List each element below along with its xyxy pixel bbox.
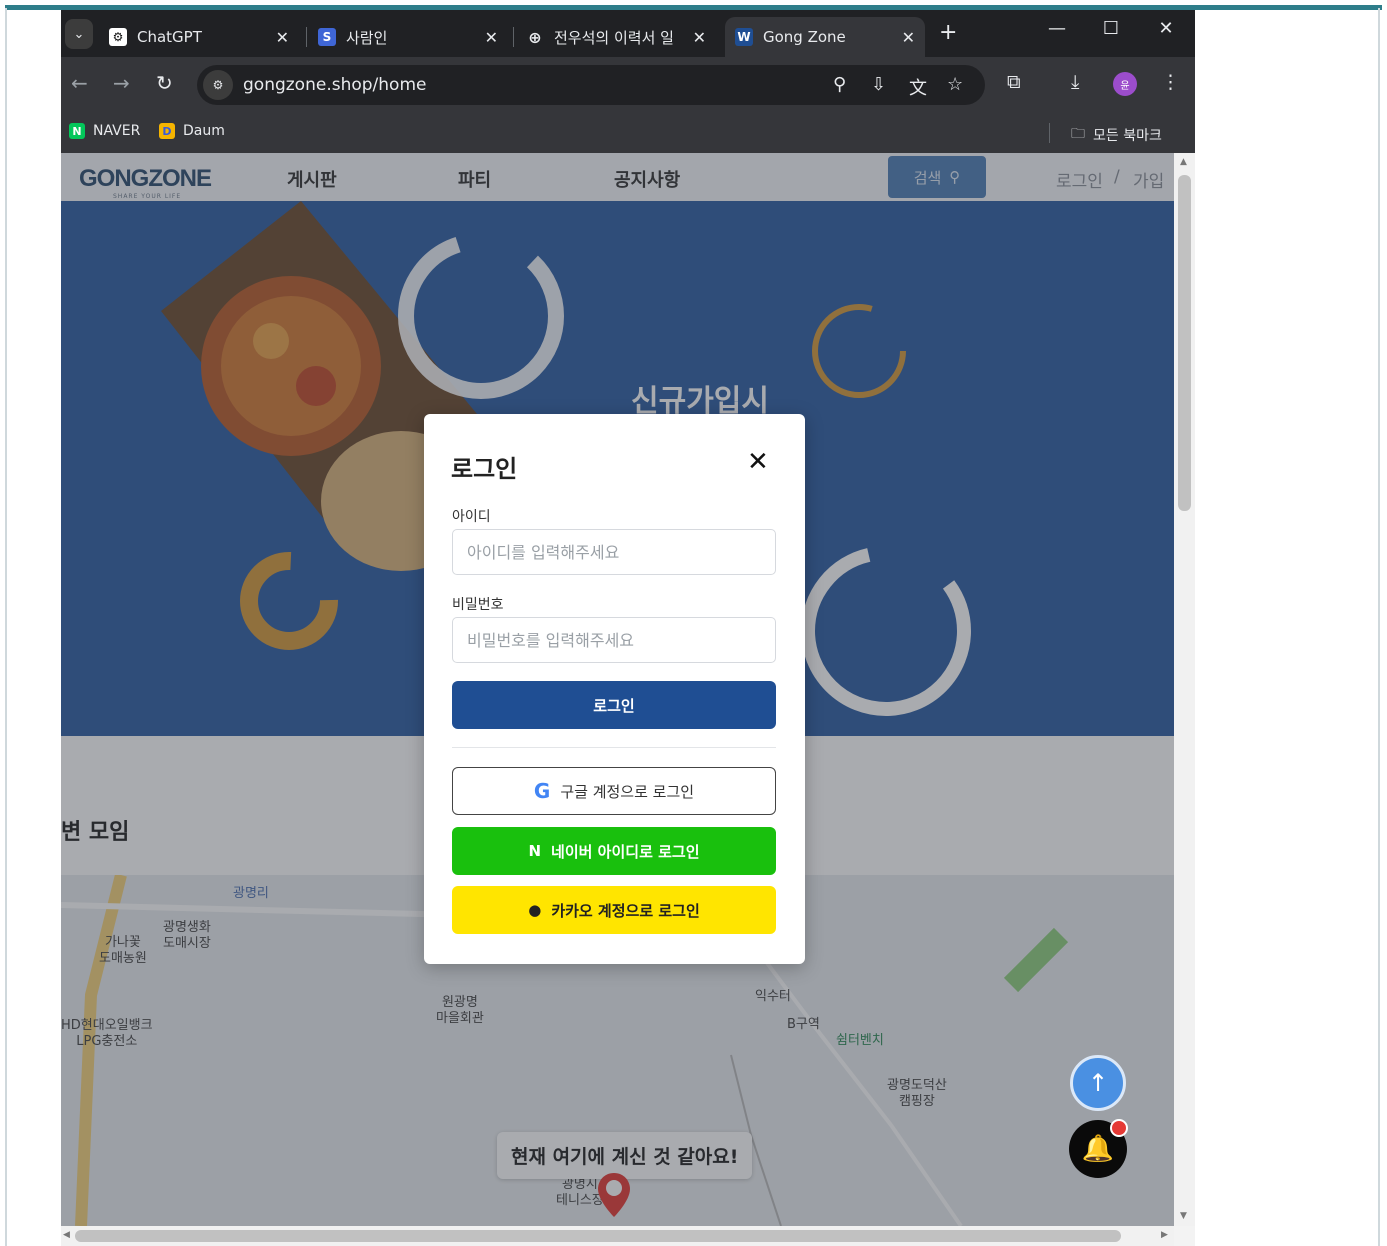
- back-icon[interactable]: ←: [71, 71, 88, 95]
- tab-title: Gong Zone: [763, 28, 846, 46]
- extensions-icon[interactable]: ⧉: [1007, 71, 1021, 93]
- naver-icon: N: [528, 842, 542, 860]
- login-modal: 로그인 ✕ 아이디 비밀번호 로그인 G 구글 계정으로 로그인 N 네이버 아…: [424, 414, 805, 964]
- tab-close-icon[interactable]: ✕: [485, 28, 498, 47]
- screenshot-frame: ⌄ ⚙ ChatGPT ✕ S 사람인 ✕ ⊕ 전우석의 이력서 일 ✕ W G…: [0, 0, 1387, 1246]
- bookmark-separator: [1049, 123, 1050, 143]
- globe-icon: ⊕: [528, 27, 542, 47]
- tab-close-icon[interactable]: ✕: [276, 28, 289, 47]
- browser-window: ⌄ ⚙ ChatGPT ✕ S 사람인 ✕ ⊕ 전우석의 이력서 일 ✕ W G…: [61, 10, 1195, 1246]
- tab-close-icon[interactable]: ✕: [693, 28, 706, 47]
- kakao-login-label: 카카오 계정으로 로그인: [551, 901, 700, 920]
- kakao-login-button[interactable]: ● 카카오 계정으로 로그인: [452, 886, 776, 934]
- chatgpt-icon: ⚙: [109, 28, 127, 46]
- tab-separator: [306, 27, 307, 47]
- translate-icon[interactable]: 文: [909, 74, 927, 100]
- tab-close-icon[interactable]: ✕: [902, 28, 915, 47]
- tab-title: 전우석의 이력서 일: [554, 28, 674, 47]
- folder-icon: 🗀: [1071, 126, 1085, 142]
- download-icon[interactable]: ⤓: [1071, 71, 1079, 93]
- google-login-label: 구글 계정으로 로그인: [560, 782, 695, 801]
- tab-title: ChatGPT: [137, 28, 202, 46]
- profile-avatar[interactable]: 윤: [1113, 72, 1137, 96]
- login-button-label: 로그인: [593, 696, 635, 715]
- scroll-down-arrow-icon[interactable]: ▼: [1180, 1211, 1187, 1221]
- close-icon[interactable]: ✕: [747, 447, 769, 477]
- maximize-icon[interactable]: ☐: [1091, 18, 1131, 39]
- bookmark-label: Daum: [183, 123, 225, 139]
- arrow-up-icon: ↑: [1087, 1069, 1109, 1097]
- scroll-to-top-button[interactable]: ↑: [1070, 1055, 1126, 1111]
- saramin-icon: S: [318, 28, 336, 46]
- forward-icon[interactable]: →: [113, 71, 130, 95]
- bookmark-naver[interactable]: N NAVER: [69, 123, 140, 139]
- minimize-icon[interactable]: —: [1037, 18, 1077, 39]
- frame-left-border: [5, 8, 7, 1246]
- tab-separator: [513, 27, 514, 47]
- all-bookmarks-label: 모든 북마크: [1093, 128, 1162, 144]
- gongzone-icon: W: [735, 28, 753, 46]
- scroll-left-arrow-icon[interactable]: ◀: [63, 1230, 70, 1240]
- daum-icon: D: [159, 123, 175, 139]
- google-icon: G: [533, 779, 551, 803]
- scroll-up-arrow-icon[interactable]: ▲: [1180, 157, 1187, 167]
- modal-divider: [452, 747, 776, 748]
- bookmarks-bar: N NAVER D Daum 🗀 모든 북마크: [61, 113, 1195, 153]
- all-bookmarks[interactable]: 🗀 모든 북마크: [1071, 123, 1162, 147]
- menu-kebab-icon[interactable]: ⋮: [1161, 71, 1180, 93]
- address-bar[interactable]: ⚙ gongzone.shop/home ⚲ ⇩ 文 ☆: [197, 65, 985, 105]
- naver-login-button[interactable]: N 네이버 아이디로 로그인: [452, 827, 776, 875]
- scroll-right-arrow-icon[interactable]: ▶: [1161, 1230, 1168, 1240]
- install-app-icon[interactable]: ⇩: [871, 74, 886, 95]
- browser-toolbar: ← → ↻ ⚙ gongzone.shop/home ⚲ ⇩ 文 ☆ ⧉ ⤓ 윤…: [61, 57, 1195, 113]
- frame-right-border: [1378, 8, 1380, 1246]
- google-login-button[interactable]: G 구글 계정으로 로그인: [452, 767, 776, 815]
- tab-saramin[interactable]: S 사람인 ✕: [308, 17, 508, 57]
- id-label: 아이디: [452, 509, 491, 525]
- bookmark-daum[interactable]: D Daum: [159, 123, 225, 139]
- password-label: 비밀번호: [452, 597, 504, 613]
- naver-login-label: 네이버 아이디로 로그인: [551, 842, 700, 861]
- bookmark-label: NAVER: [93, 123, 141, 139]
- close-window-icon[interactable]: ✕: [1146, 18, 1186, 39]
- page-viewport: GONGZONE SHARE YOUR LIFE 게시판 파티 공지사항 검색 …: [61, 153, 1195, 1246]
- tab-chatgpt[interactable]: ⚙ ChatGPT ✕: [99, 17, 299, 57]
- naver-icon: N: [69, 123, 85, 139]
- tab-search-dropdown[interactable]: ⌄: [65, 19, 93, 49]
- horizontal-scroll-thumb[interactable]: [75, 1230, 1121, 1242]
- tab-strip: ⌄ ⚙ ChatGPT ✕ S 사람인 ✕ ⊕ 전우석의 이력서 일 ✕ W G…: [61, 10, 1195, 57]
- bell-icon: 🔔: [1081, 1134, 1115, 1164]
- horizontal-scrollbar[interactable]: ◀ ▶: [61, 1226, 1174, 1246]
- new-tab-button[interactable]: +: [939, 20, 957, 45]
- password-input[interactable]: [452, 617, 776, 663]
- kakao-chat-icon: ●: [528, 901, 542, 919]
- notification-badge: [1110, 1119, 1128, 1137]
- reload-icon[interactable]: ↻: [156, 71, 173, 95]
- vertical-scroll-thumb[interactable]: [1178, 175, 1191, 511]
- tab-title: 사람인: [346, 28, 388, 47]
- site-info-icon[interactable]: ⚙: [203, 70, 233, 100]
- vertical-scrollbar[interactable]: ▲ ▼: [1174, 153, 1195, 1226]
- tab-gongzone[interactable]: W Gong Zone ✕: [725, 17, 925, 57]
- modal-title: 로그인: [451, 455, 518, 483]
- bookmark-star-icon[interactable]: ☆: [947, 74, 963, 95]
- tab-resume[interactable]: ⊕ 전우석의 이력서 일 ✕: [516, 17, 716, 57]
- login-button[interactable]: 로그인: [452, 681, 776, 729]
- id-input[interactable]: [452, 529, 776, 575]
- location-icon[interactable]: ⚲: [833, 74, 846, 95]
- url-text[interactable]: gongzone.shop/home: [243, 75, 426, 95]
